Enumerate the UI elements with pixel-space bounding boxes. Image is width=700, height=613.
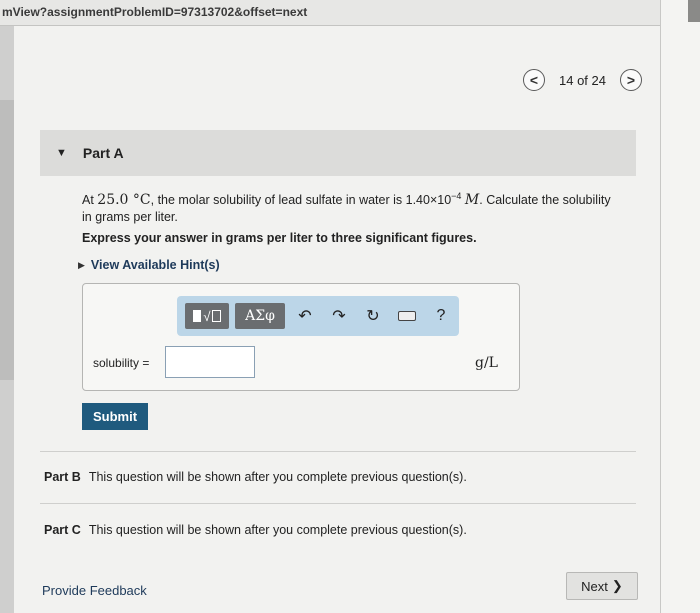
divider [40,503,636,504]
exponent: −4 [451,191,462,201]
problem-pager: < 14 of 24 > [523,68,642,92]
part-c-row: Part C This question will be shown after … [44,523,467,537]
hints-label: View Available Hint(s) [90,258,220,272]
question-text: At 25.0 °C, the molar solubility of lead… [82,188,622,226]
help-icon: ? [436,307,446,324]
next-button[interactable]: Next ❯ [566,572,638,600]
part-b-label: Part B [44,470,81,484]
question-mid: , the molar solubility of lead sulfate i… [150,193,452,208]
undo-icon: ↶ [298,308,312,325]
caret-down-icon: ▼ [56,147,67,159]
side-tab [688,0,700,22]
template-box-icon [211,310,221,322]
reset-button[interactable]: ↻ [359,303,387,329]
solubility-label: solubility = [93,356,150,370]
keyboard-button[interactable] [393,303,421,329]
part-b-row: Part B This question will be shown after … [44,470,467,484]
unit-label: g/L [475,355,498,371]
math-toolbar: √ ΑΣφ ↶ ↷ ↻ ? [177,296,459,336]
view-hints-link[interactable]: ▶ View Available Hint(s) [78,258,220,272]
solubility-input[interactable] [165,346,255,378]
question-pre: At [82,193,94,208]
chevron-right-icon: ❯ [611,578,623,593]
temperature-value: 25.0 °C [97,192,151,209]
template-square-icon [193,310,202,322]
molarity-unit: M [464,192,480,209]
assignment-page: < 14 of 24 > ▼ Part A At 25.0 °C, the mo… [14,26,660,613]
browser-side-panel [660,0,700,613]
help-button[interactable]: ? [427,303,455,329]
reset-icon: ↻ [366,308,380,325]
previous-problem-button[interactable]: < [523,69,545,91]
chevron-right-icon: > [626,72,636,88]
greek-label: ΑΣφ [245,308,275,324]
answer-instruction: Express your answer in grams per liter t… [82,231,477,245]
part-c-text: This question will be shown after you co… [88,523,467,537]
address-bar[interactable]: mView?assignmentProblemID=97313702&offse… [0,0,700,26]
redo-button[interactable]: ↷ [325,303,353,329]
next-label: Next [581,578,608,594]
templates-button[interactable]: √ [185,303,229,329]
submit-button[interactable]: Submit [82,403,148,430]
caret-right-icon: ▶ [78,259,85,270]
part-c-label: Part C [44,523,81,537]
part-a-header[interactable]: ▼ Part A [40,130,636,176]
greek-symbols-button[interactable]: ΑΣφ [235,303,285,329]
divider [40,451,636,452]
keyboard-icon [398,311,416,321]
template-root-icon: √ [203,308,211,324]
url-text: mView?assignmentProblemID=97313702&offse… [2,5,308,19]
problem-count: 14 of 24 [559,72,606,88]
chevron-left-icon: < [529,72,539,88]
left-gutter [0,100,14,380]
redo-icon: ↷ [332,308,346,325]
part-b-text: This question will be shown after you co… [88,470,467,484]
provide-feedback-link[interactable]: Provide Feedback [42,583,147,598]
answer-panel: √ ΑΣφ ↶ ↷ ↻ ? solubility = g/L [82,283,520,391]
undo-button[interactable]: ↶ [291,303,319,329]
next-problem-button[interactable]: > [620,69,642,91]
part-a-title: Part A [82,145,124,161]
